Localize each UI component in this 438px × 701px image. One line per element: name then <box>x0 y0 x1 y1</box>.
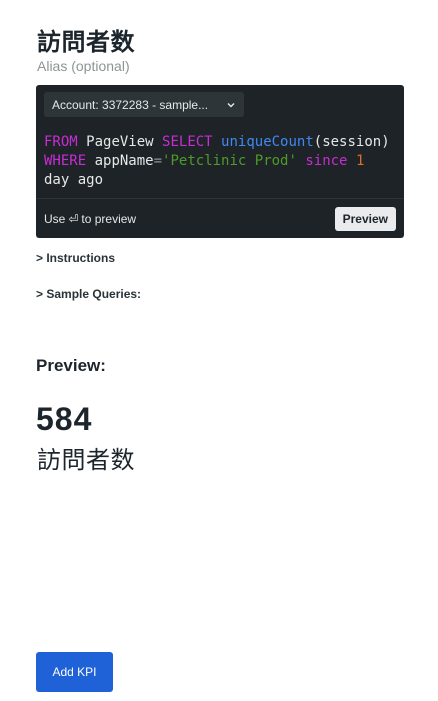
query-keyword: SELECT <box>162 134 213 150</box>
query-unit: day <box>44 172 70 188</box>
query-keyword: FROM <box>44 134 78 150</box>
page-title: 訪問者数 <box>37 28 135 56</box>
kpi-label: 訪問者数 <box>37 446 135 474</box>
query-function: uniqueCount <box>221 134 314 150</box>
query-number: 1 <box>355 153 365 169</box>
add-kpi-button[interactable]: Add KPI <box>36 652 113 692</box>
sample-queries-toggle[interactable]: > Sample Queries: <box>36 287 141 301</box>
preview-hint: Use ⏎ to preview <box>44 212 136 226</box>
instructions-toggle[interactable]: > Instructions <box>36 251 115 265</box>
query-editor: Account: 3372283 - sample... FROM PageVi… <box>36 85 404 238</box>
enter-key-icon: ⏎ <box>68 211 79 226</box>
kpi-value: 584 <box>36 401 93 437</box>
query-args: (session) <box>313 134 390 150</box>
query-keyword: since <box>305 153 348 169</box>
account-select-label: Account: 3372283 - sample... <box>52 97 209 112</box>
preview-heading: Preview: <box>36 356 106 375</box>
hint-suffix: to preview <box>81 211 137 226</box>
preview-button[interactable]: Preview <box>334 206 396 231</box>
query-table: PageView <box>86 134 154 150</box>
editor-footer: Use ⏎ to preview Preview <box>36 198 404 238</box>
query-tail: ago <box>77 172 104 188</box>
query-field: appName <box>94 153 154 169</box>
query-operator: = <box>153 153 163 169</box>
chevron-down-icon <box>227 102 235 107</box>
query-textarea[interactable]: FROM PageView SELECT uniqueCount(session… <box>44 133 394 190</box>
query-keyword: WHERE <box>44 153 87 169</box>
query-string: 'Petclinic Prod' <box>162 153 297 169</box>
hint-prefix: Use <box>44 211 66 226</box>
alias-input[interactable]: Alias (optional) <box>37 58 130 74</box>
account-select[interactable]: Account: 3372283 - sample... <box>44 92 244 117</box>
